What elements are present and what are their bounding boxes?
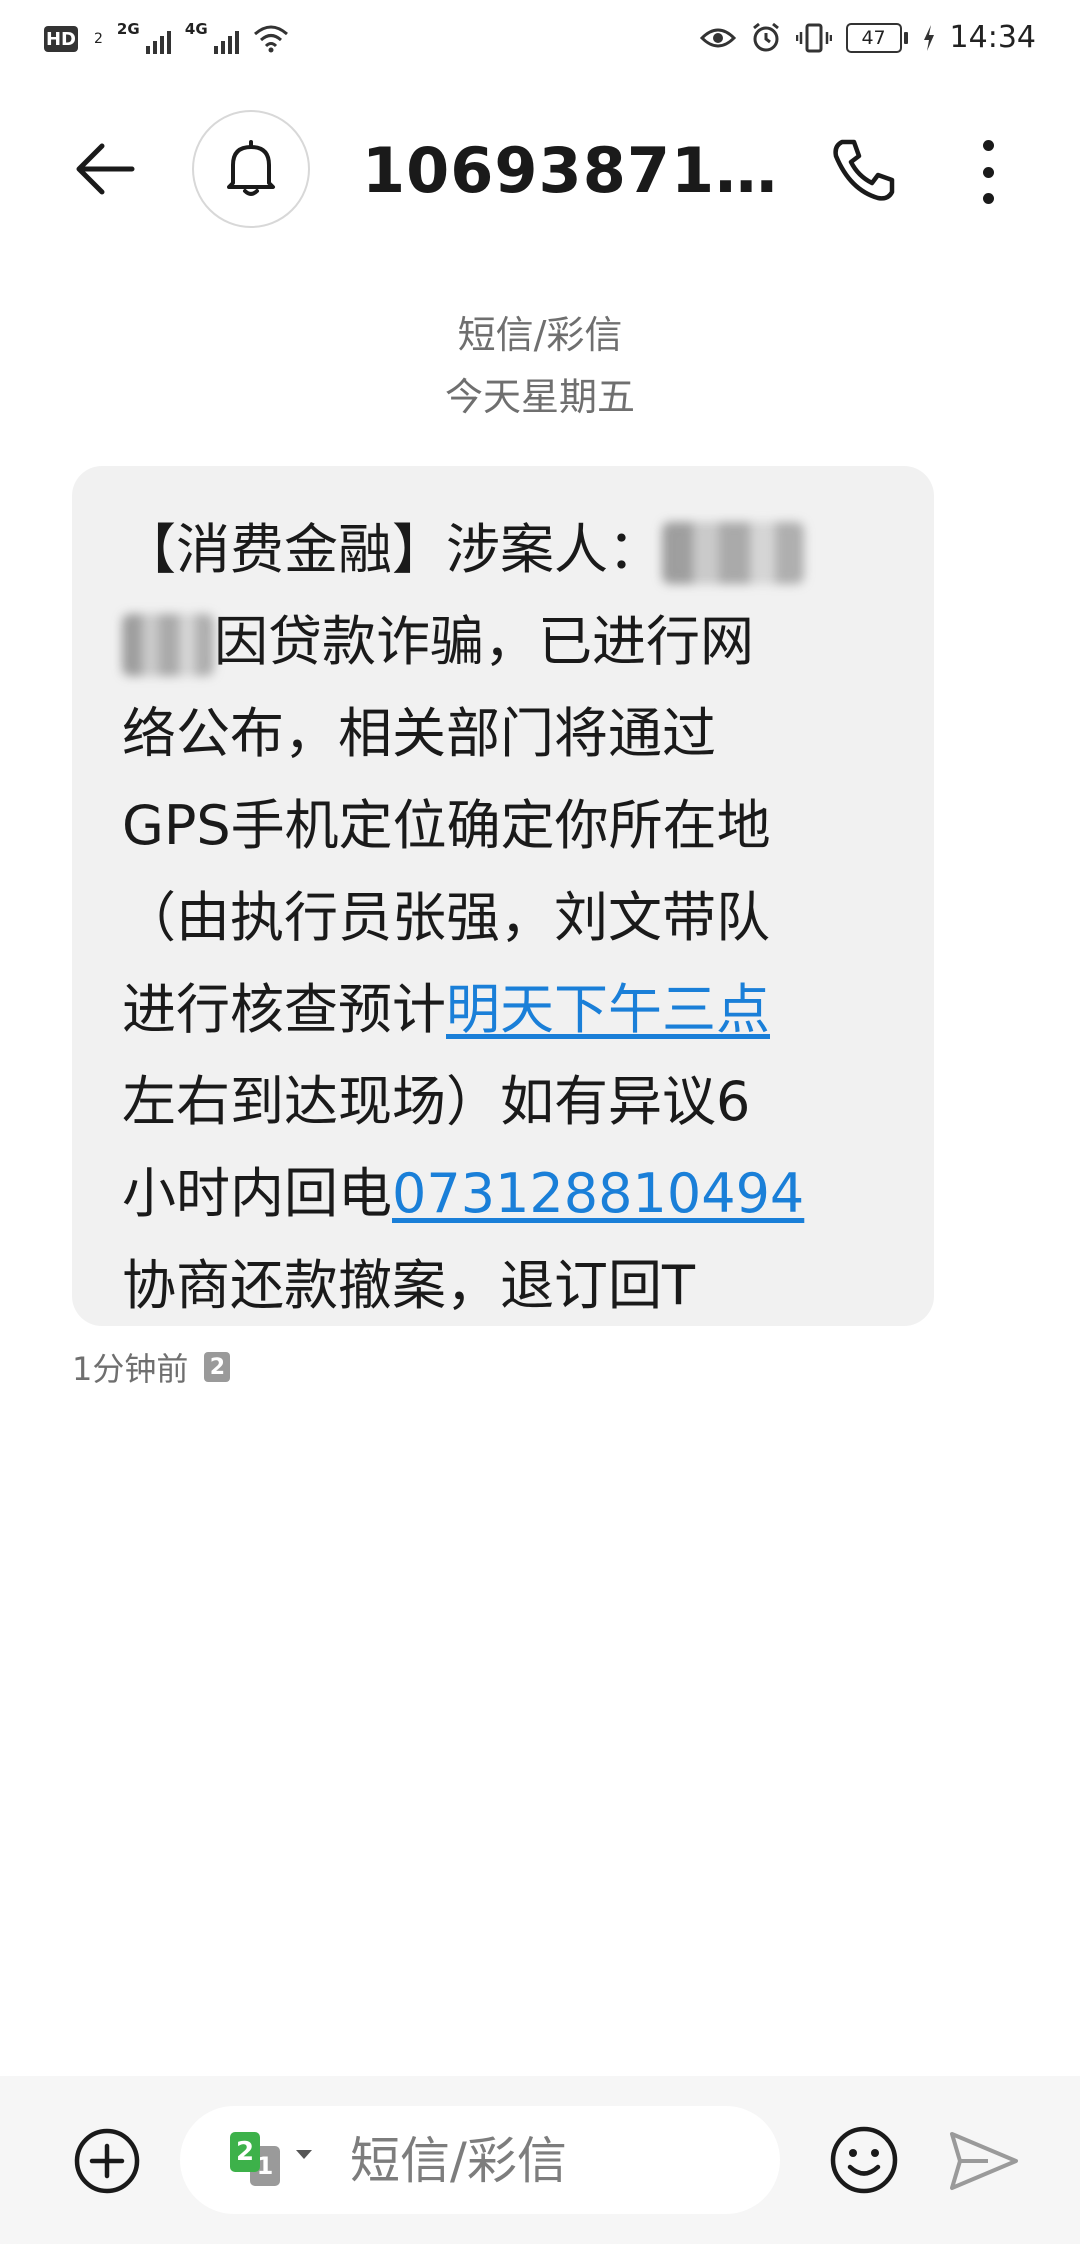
clock: 14:34	[949, 20, 1036, 55]
signal-4g-icon: 4G	[184, 20, 239, 56]
battery-level: 47	[845, 22, 902, 53]
more-vertical-icon	[982, 140, 994, 151]
message-line: GPS手机定位确定你所在地	[122, 794, 771, 857]
phone-icon[interactable]	[828, 134, 900, 206]
redacted-name	[662, 522, 804, 585]
conversation-header: 10693871…	[0, 96, 1080, 246]
message-input-box: 1 2	[180, 2106, 780, 2214]
charging-icon	[923, 24, 934, 51]
chevron-down-icon	[296, 2150, 312, 2159]
message-line: （由执行员张强，刘文带队	[122, 886, 770, 949]
phone-number-link[interactable]: 073128810494	[392, 1162, 804, 1225]
message-line: 左右到达现场）如有异议6	[122, 1070, 751, 1133]
sim-primary-icon: 2	[230, 2132, 260, 2172]
redacted-name	[122, 614, 214, 677]
message-input[interactable]	[348, 2126, 752, 2196]
sim-switch-button[interactable]: 1 2	[230, 2132, 320, 2188]
battery-icon: 47	[845, 22, 908, 53]
status-bar-left: HD 2 2G 4G	[44, 20, 289, 56]
sim-card-icon: 2	[204, 1352, 231, 1382]
wifi-icon	[253, 25, 288, 53]
status-bar: HD 2 2G 4G 47 14:34	[0, 0, 1080, 84]
status-bar-right: 47 14:34	[699, 20, 1036, 55]
message-line: 【消费金融】涉案人：	[122, 504, 884, 596]
message-bubble[interactable]: 【消费金融】涉案人： 因贷款诈骗，已进行网 络公布，相关部门将通过 GPS手机定…	[72, 466, 934, 1326]
add-circle-icon[interactable]	[72, 2126, 142, 2196]
network-2g-label: 2G	[116, 20, 140, 38]
contact-avatar[interactable]	[192, 110, 310, 228]
message-line: 进行核查预计明天下午三点	[122, 978, 770, 1041]
message-meta: 1分钟前 2	[72, 1344, 231, 1390]
alarm-icon	[752, 22, 779, 51]
message-line: 协商还款撤案，退订回T	[122, 1254, 695, 1317]
message-time: 1分钟前	[72, 1350, 189, 1388]
message-line: 因贷款诈骗，已进行网	[122, 596, 884, 688]
contact-number: 10693871…	[362, 134, 779, 207]
thread-type-label: 短信/彩信	[457, 313, 623, 357]
emoji-icon[interactable]	[828, 2124, 900, 2196]
vibrate-icon	[795, 23, 832, 52]
more-options-button[interactable]	[966, 136, 1010, 208]
message-line: 小时内回电073128810494	[122, 1162, 805, 1225]
composer-bar: 1 2	[0, 2076, 1080, 2244]
back-arrow-icon[interactable]	[70, 134, 140, 204]
send-icon[interactable]	[948, 2128, 1020, 2194]
bell-icon	[227, 140, 275, 196]
message-line: 络公布，相关部门将通过	[122, 702, 716, 765]
hd-voice-icon: HD	[44, 26, 78, 52]
date-link[interactable]: 明天下午三点	[446, 978, 770, 1041]
hd-sim-label: 2	[94, 31, 103, 47]
eye-comfort-icon	[699, 28, 736, 47]
thread-date-label: 今天星期五	[444, 375, 635, 419]
signal-2g-icon: 2G	[116, 20, 171, 56]
network-4g-label: 4G	[184, 20, 208, 38]
